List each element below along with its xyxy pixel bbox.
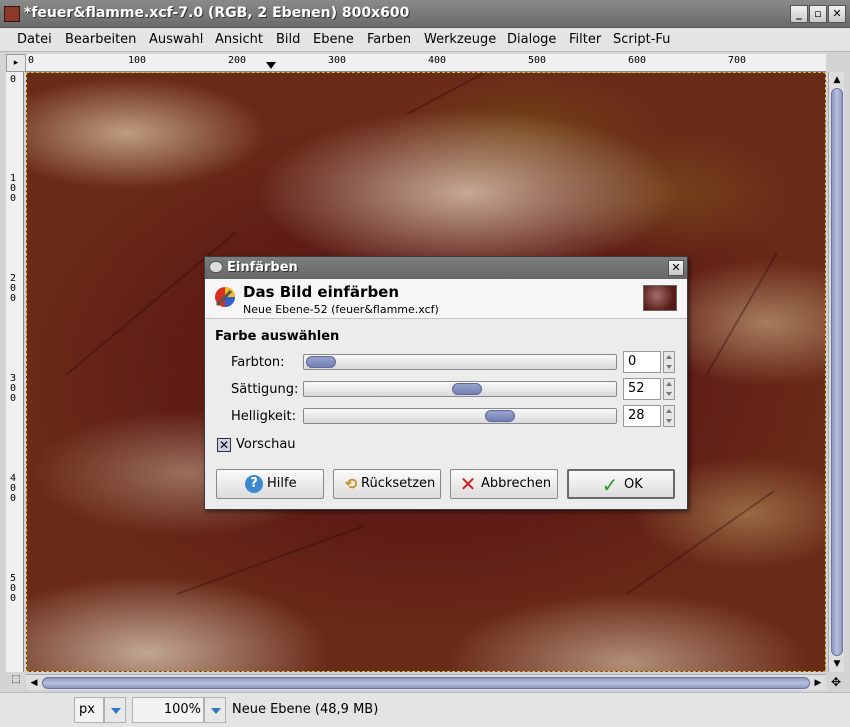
ok-button-label: OK xyxy=(624,477,643,492)
ruler-position-marker xyxy=(266,62,276,69)
zoom-dropdown-icon[interactable] xyxy=(204,697,226,723)
dialog-header: Das Bild einfärben Neue Ebene-52 (feuer&… xyxy=(205,279,687,319)
colorize-icon xyxy=(215,287,235,307)
ruler-label: 1 0 0 xyxy=(10,173,17,204)
scroll-left-icon[interactable]: ◀ xyxy=(28,677,40,689)
cancel-button[interactable]: ✕ Abbrechen xyxy=(450,469,558,499)
dialog-titlebar[interactable]: Einfärben ✕ xyxy=(205,257,687,279)
ruler-label: 4 0 0 xyxy=(10,473,17,504)
hue-label: Farbton: xyxy=(231,355,285,370)
texture-streak xyxy=(176,524,366,595)
menu-farben[interactable]: Farben xyxy=(367,32,411,47)
menu-datei[interactable]: Datei xyxy=(17,32,52,47)
saturation-slider-knob[interactable] xyxy=(451,383,482,395)
menu-filter[interactable]: Filter xyxy=(569,32,601,47)
gimp-window-icon[interactable] xyxy=(4,6,20,22)
menu-ebene[interactable]: Ebene xyxy=(313,32,354,47)
saturation-slider[interactable] xyxy=(303,381,617,397)
ok-checkmark-icon: ✓ xyxy=(601,473,619,497)
cancel-button-label: Abbrechen xyxy=(481,476,552,491)
scroll-down-icon[interactable]: ▼ xyxy=(831,658,843,670)
layer-thumbnail xyxy=(643,285,677,311)
preview-label[interactable]: Vorschau xyxy=(236,437,296,452)
ruler-label: 100 xyxy=(128,55,147,66)
lightness-slider-knob[interactable] xyxy=(485,410,516,422)
reset-icon: ⟲ xyxy=(344,475,358,493)
help-icon: ? xyxy=(245,475,263,493)
minimize-button[interactable]: _ xyxy=(790,5,808,23)
ruler-label: 200 xyxy=(228,55,247,66)
horizontal-scrollbar[interactable]: ◀ ▶ xyxy=(26,674,826,690)
ruler-label: 0 xyxy=(10,74,17,85)
maximize-button[interactable]: ▫ xyxy=(809,5,827,23)
ruler-label: 300 xyxy=(328,55,347,66)
menu-auswahl[interactable]: Auswahl xyxy=(149,32,203,47)
ruler-label: 0 xyxy=(28,55,35,66)
dialog-window-icon xyxy=(209,261,223,273)
reset-button-label: Rücksetzen xyxy=(361,476,436,491)
status-message: Neue Ebene (48,9 MB) xyxy=(228,697,848,723)
help-button[interactable]: ? Hilfe xyxy=(216,469,324,499)
unit-select[interactable]: px xyxy=(74,697,104,723)
statusbar: px 100% Neue Ebene (48,9 MB) xyxy=(0,692,850,727)
dialog-header-subtitle: Neue Ebene-52 (feuer&flamme.xcf) xyxy=(243,303,439,316)
menubar: Datei Bearbeiten Auswahl Ansicht Bild Eb… xyxy=(0,28,850,52)
menu-ansicht[interactable]: Ansicht xyxy=(215,32,263,47)
zoom-select[interactable]: 100% xyxy=(132,697,204,723)
close-window-button[interactable]: ✕ xyxy=(828,5,846,23)
vertical-scrollbar[interactable]: ▲ ▼ xyxy=(828,72,844,672)
dialog-title: Einfärben xyxy=(227,260,298,275)
hue-spin-button[interactable] xyxy=(663,351,675,373)
dialog-close-button[interactable]: ✕ xyxy=(668,260,684,276)
menu-bearbeiten[interactable]: Bearbeiten xyxy=(65,32,136,47)
menu-bild[interactable]: Bild xyxy=(276,32,300,47)
texture-streak xyxy=(706,252,778,375)
selection-toggle-icon[interactable]: ⬚ xyxy=(6,674,26,690)
horizontal-scroll-thumb[interactable] xyxy=(42,677,810,689)
lightness-label: Helligkeit: xyxy=(231,409,297,424)
reset-button[interactable]: ⟲ Rücksetzen xyxy=(333,469,441,499)
dialog-header-title: Das Bild einfärben xyxy=(243,283,400,301)
ruler-label: 2 0 0 xyxy=(10,273,17,304)
lightness-slider[interactable] xyxy=(303,408,617,424)
horizontal-ruler[interactable]: 0 100 200 300 400 500 600 700 xyxy=(26,54,826,72)
colorize-dialog: Einfärben ✕ Das Bild einfärben Neue Eben… xyxy=(204,256,688,510)
saturation-spin-button[interactable] xyxy=(663,378,675,400)
ruler-label: 500 xyxy=(528,55,547,66)
scroll-up-icon[interactable]: ▲ xyxy=(831,74,843,86)
navigate-move-icon[interactable]: ✥ xyxy=(828,674,844,690)
vertical-scroll-thumb[interactable] xyxy=(831,88,843,656)
scroll-right-icon[interactable]: ▶ xyxy=(812,677,824,689)
saturation-value-input[interactable]: 52 xyxy=(623,378,661,400)
menu-dialoge[interactable]: Dialoge xyxy=(507,32,556,47)
saturation-label: Sättigung: xyxy=(231,382,299,397)
lightness-spin-button[interactable] xyxy=(663,405,675,427)
hue-value-input[interactable]: 0 xyxy=(623,351,661,373)
ruler-label: 700 xyxy=(728,55,747,66)
menu-werkzeuge[interactable]: Werkzeuge xyxy=(424,32,496,47)
unit-dropdown-icon[interactable] xyxy=(104,697,126,723)
cancel-icon: ✕ xyxy=(459,472,477,496)
ruler-label: 5 0 0 xyxy=(10,573,17,604)
window-titlebar[interactable]: *feuer&flamme.xcf-7.0 (RGB, 2 Ebenen) 80… xyxy=(0,0,850,28)
menu-script-fu[interactable]: Script-Fu xyxy=(613,32,670,47)
section-title: Farbe auswählen xyxy=(215,329,340,344)
window-title: *feuer&flamme.xcf-7.0 (RGB, 2 Ebenen) 80… xyxy=(24,5,410,21)
ruler-label: 600 xyxy=(628,55,647,66)
preview-checkbox[interactable]: ✕ xyxy=(217,438,231,452)
texture-streak xyxy=(406,73,638,115)
vertical-ruler[interactable]: 0 1 0 0 2 0 0 3 0 0 4 0 0 5 0 0 xyxy=(6,72,24,672)
help-button-label: Hilfe xyxy=(267,476,297,491)
hue-slider-knob[interactable] xyxy=(306,356,336,368)
hue-slider[interactable] xyxy=(303,354,617,370)
ruler-label: 400 xyxy=(428,55,447,66)
quickmask-corner-button[interactable]: ▸ xyxy=(6,54,26,72)
ok-button[interactable]: ✓ OK xyxy=(567,469,675,499)
lightness-value-input[interactable]: 28 xyxy=(623,405,661,427)
ruler-label: 3 0 0 xyxy=(10,373,17,404)
